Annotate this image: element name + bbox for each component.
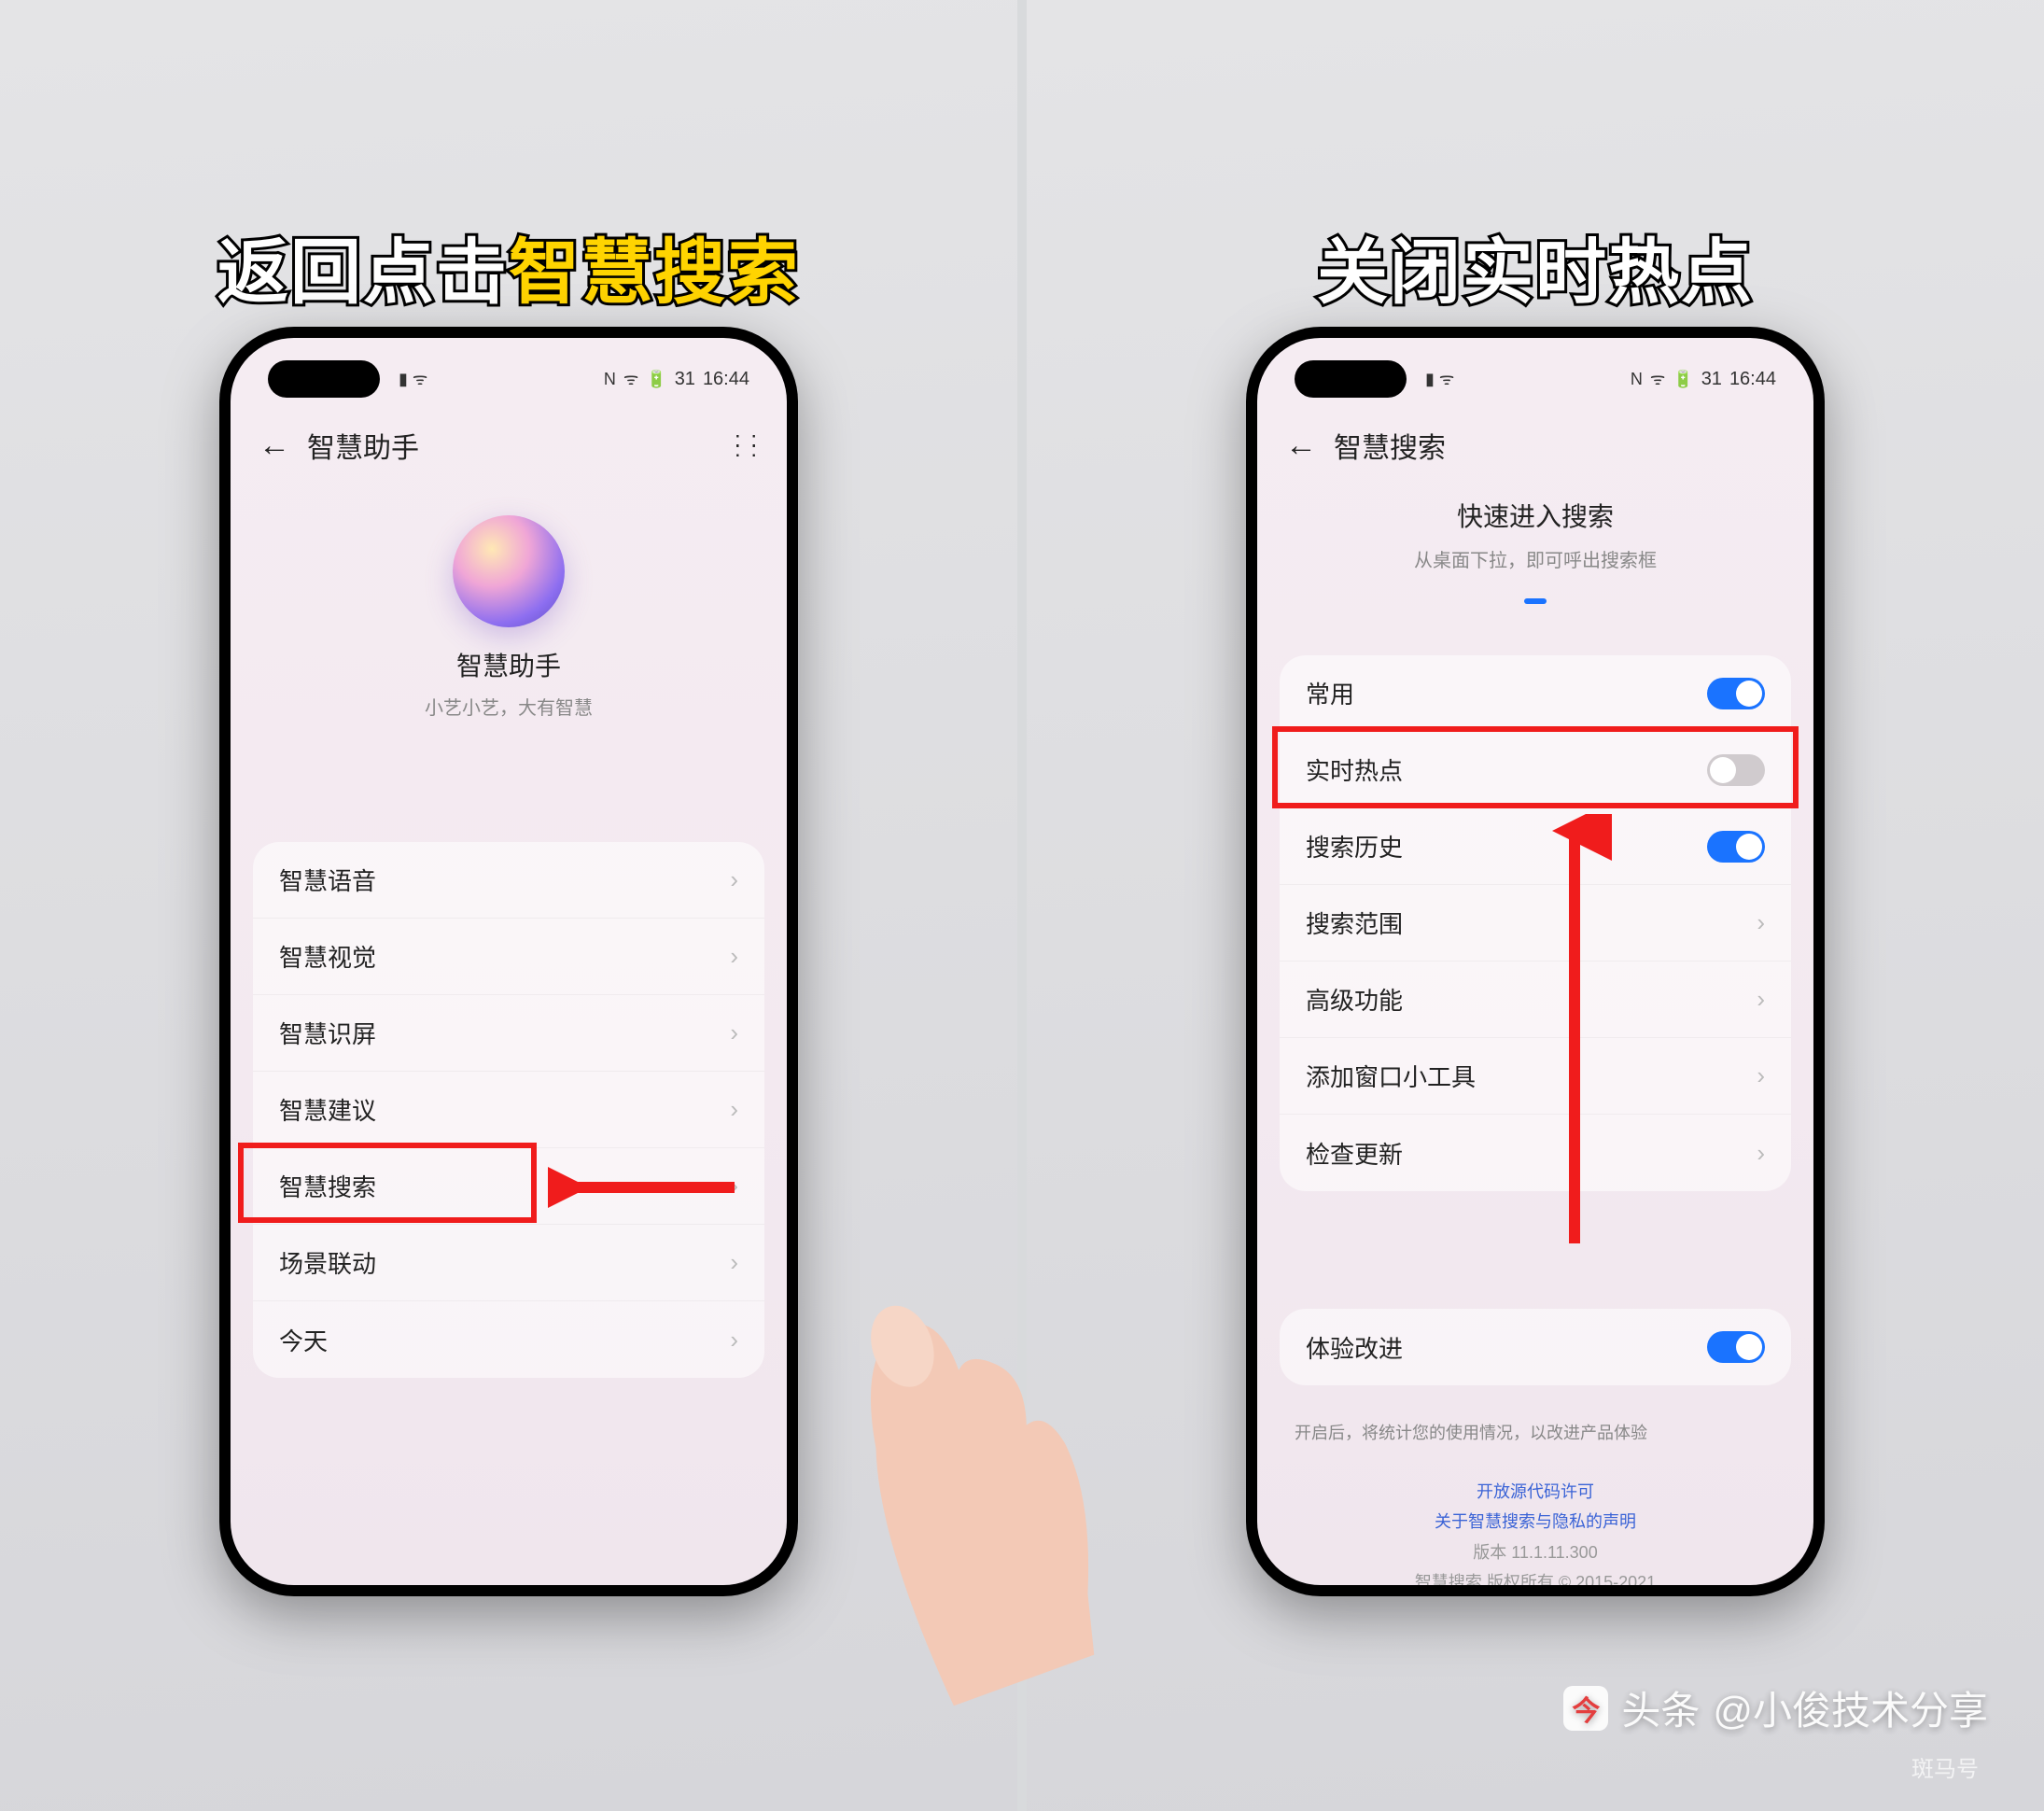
battery-icon: 🔋 [1673, 370, 1693, 389]
row-screen-recog[interactable]: 智慧识屏 › [253, 995, 764, 1072]
assistant-hero: 智慧助手 小艺小艺，大有智慧 [231, 515, 787, 720]
row-label: 搜索历史 [1306, 829, 1403, 863]
toggle-realtime-hotspot[interactable] [1707, 754, 1765, 786]
camera-cutout [1295, 360, 1407, 398]
row-search-history[interactable]: 搜索历史 [1280, 808, 1791, 885]
clock: 16:44 [1729, 369, 1776, 390]
chevron-right-icon: › [730, 865, 738, 894]
chevron-right-icon: › [1757, 985, 1765, 1014]
toggle-improve[interactable] [1707, 1331, 1765, 1363]
row-label: 添加窗口小工具 [1306, 1059, 1476, 1093]
improve-note: 开启后，将统计您的使用情况，以改进产品体验 [1295, 1421, 1776, 1446]
row-label: 体验改进 [1306, 1330, 1403, 1365]
page-indicator [1257, 598, 1813, 604]
row-label: 智慧识屏 [279, 1016, 376, 1050]
row-label: 检查更新 [1306, 1136, 1403, 1171]
nfc-icon: N [604, 370, 616, 389]
caption-left: 返回点击智慧搜索 [217, 215, 800, 317]
caption-right: 关闭实时热点 [1317, 215, 1754, 317]
row-realtime-hotspot[interactable]: 实时热点 [1280, 732, 1791, 808]
row-vision[interactable]: 智慧视觉 › [253, 919, 764, 995]
chevron-right-icon: › [730, 1095, 738, 1124]
wm-prefix: 头条 [1621, 1679, 1700, 1736]
watermark-banma: 斑马号 [1911, 1750, 1979, 1783]
header-title: 智慧搜索 [1334, 425, 1446, 466]
copyright-text: 智慧搜索 版权所有 © 2015-2021 [1257, 1567, 1813, 1585]
toutiao-logo-icon: 今 [1563, 1686, 1608, 1731]
hero-subtitle: 小艺小艺，大有智慧 [231, 693, 787, 720]
row-label: 智慧视觉 [279, 939, 376, 974]
row-label: 高级功能 [1306, 982, 1403, 1017]
arrow-up-icon [1537, 814, 1612, 1253]
chevron-right-icon: › [730, 1248, 738, 1277]
chevron-right-icon: › [730, 942, 738, 971]
battery-pct: 31 [675, 369, 695, 390]
clock: 16:44 [703, 369, 749, 390]
chevron-right-icon: › [1757, 1139, 1765, 1168]
back-icon[interactable]: ← [259, 428, 290, 464]
right-panel: 关闭实时热点 ▮ ᯤ N ᯤ 🔋 31 16:44 ← 智慧搜索 [1027, 0, 2044, 1811]
row-improve[interactable]: 体验改进 [1280, 1309, 1791, 1385]
status-left-icons: ▮ ᯤ [399, 368, 427, 390]
phone-left: ▮ ᯤ N ᯤ 🔋 31 16:44 ← 智慧助手 : :: : 智慧助手 小艺… [219, 327, 798, 1596]
assistant-orb-icon [453, 515, 565, 627]
nfc-icon: N [1631, 370, 1643, 389]
version-text: 版本 11.1.11.300 [1257, 1537, 1813, 1567]
row-label: 场景联动 [279, 1245, 376, 1280]
chevron-right-icon: › [730, 1018, 738, 1047]
caption-left-yellow: 智慧搜索 [509, 233, 800, 313]
row-frequent[interactable]: 常用 [1280, 655, 1791, 732]
wifi-icon: ᯤ [623, 368, 638, 390]
left-panel: 返回点击智慧搜索 ▮ ᯤ N ᯤ 🔋 31 16:44 ← 智慧助手 : [0, 0, 1017, 1811]
camera-cutout [268, 360, 380, 398]
wm-handle: @小俊技术分享 [1713, 1679, 1988, 1736]
watermark-toutiao: 今 头条 @小俊技术分享 [1563, 1679, 1988, 1736]
toggle-search-history[interactable] [1707, 831, 1765, 863]
phone-right: ▮ ᯤ N ᯤ 🔋 31 16:44 ← 智慧搜索 快速进入搜索 从桌面下拉，即… [1246, 327, 1825, 1596]
hero-title: 快速进入搜索 [1257, 497, 1813, 534]
row-search-scope[interactable]: 搜索范围 › [1280, 885, 1791, 962]
battery-pct: 31 [1701, 369, 1722, 390]
footer-links: 开放源代码许可 关于智慧搜索与隐私的声明 版本 11.1.11.300 智慧搜索… [1257, 1477, 1813, 1585]
settings-card: 智慧语音 › 智慧视觉 › 智慧识屏 › 智慧建议 › 智慧搜索 › [253, 842, 764, 1378]
row-advanced[interactable]: 高级功能 › [1280, 962, 1791, 1038]
screen-left: ▮ ᯤ N ᯤ 🔋 31 16:44 ← 智慧助手 : :: : 智慧助手 小艺… [231, 338, 787, 1585]
row-label: 智慧语音 [279, 863, 376, 897]
toggles-card: 常用 实时热点 搜索历史 搜索范围 › 高级功能 › [1280, 655, 1791, 1191]
chevron-right-icon: › [1757, 908, 1765, 937]
row-label: 智慧建议 [279, 1092, 376, 1127]
wifi-icon: ᯤ [1650, 368, 1665, 390]
battery-icon: 🔋 [646, 370, 666, 389]
hero-subtitle: 从桌面下拉，即可呼出搜索框 [1257, 545, 1813, 572]
improve-card: 体验改进 [1280, 1309, 1791, 1385]
chevron-right-icon: › [1757, 1061, 1765, 1090]
row-label: 今天 [279, 1323, 328, 1357]
back-icon[interactable]: ← [1285, 428, 1317, 464]
row-label: 常用 [1306, 676, 1354, 710]
row-check-update[interactable]: 检查更新 › [1280, 1115, 1791, 1191]
app-header: ← 智慧搜索 [1257, 413, 1813, 478]
arrow-left-icon [548, 1159, 753, 1215]
app-header: ← 智慧助手 : :: : [231, 413, 787, 478]
caption-right-text: 关闭实时热点 [1317, 233, 1754, 313]
row-label: 智慧搜索 [279, 1169, 376, 1203]
header-title: 智慧助手 [307, 425, 419, 466]
toggle-frequent[interactable] [1707, 678, 1765, 709]
row-suggest[interactable]: 智慧建议 › [253, 1072, 764, 1148]
link-open-source[interactable]: 开放源代码许可 [1257, 1477, 1813, 1507]
caption-left-white: 返回点击 [217, 233, 509, 313]
row-today[interactable]: 今天 › [253, 1301, 764, 1378]
row-add-widget[interactable]: 添加窗口小工具 › [1280, 1038, 1791, 1115]
row-label: 实时热点 [1306, 752, 1403, 787]
row-scene-link[interactable]: 场景联动 › [253, 1225, 764, 1301]
screen-right: ▮ ᯤ N ᯤ 🔋 31 16:44 ← 智慧搜索 快速进入搜索 从桌面下拉，即… [1257, 338, 1813, 1585]
link-privacy[interactable]: 关于智慧搜索与隐私的声明 [1257, 1507, 1813, 1537]
search-hero: 快速进入搜索 从桌面下拉，即可呼出搜索框 [1257, 497, 1813, 604]
more-icon[interactable]: : :: : [735, 436, 759, 455]
row-voice[interactable]: 智慧语音 › [253, 842, 764, 919]
status-left-icons: ▮ ᯤ [1425, 368, 1454, 390]
row-label: 搜索范围 [1306, 906, 1403, 940]
hero-title: 智慧助手 [231, 646, 787, 683]
